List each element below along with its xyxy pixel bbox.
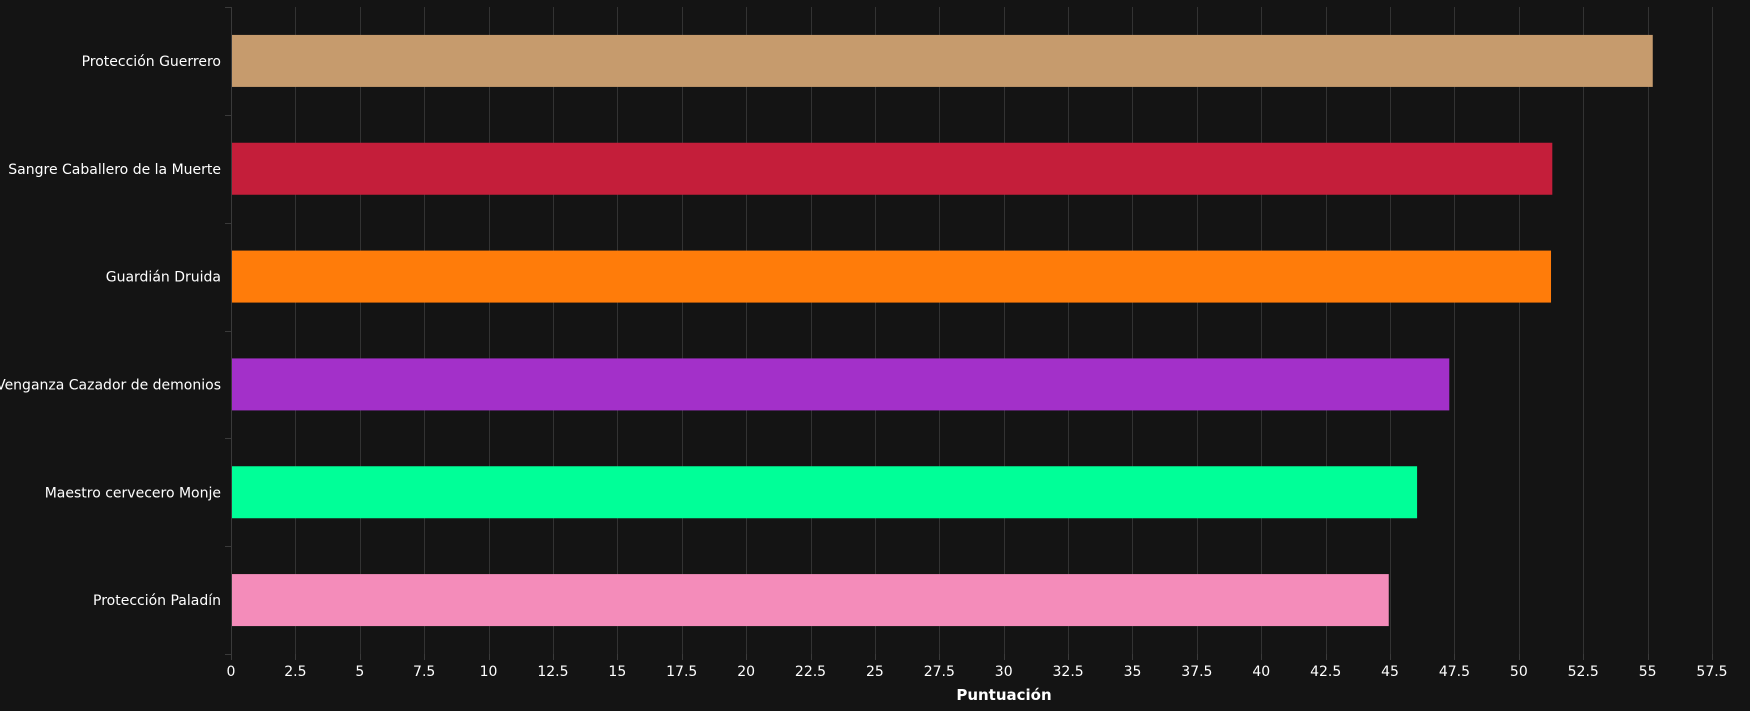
x-tick-label: 27.5 — [924, 664, 955, 680]
category-label: Maestro cervecero Monje — [45, 485, 221, 501]
x-tick-label: 47.5 — [1439, 664, 1470, 680]
x-tick-label: 20 — [737, 664, 755, 680]
x-tick-label: 35 — [1124, 664, 1142, 680]
bar[interactable] — [232, 466, 1418, 519]
x-tick-label: 5 — [355, 664, 364, 680]
x-tick-label: 40 — [1252, 664, 1270, 680]
x-tick-label: 7.5 — [413, 664, 435, 680]
x-tick-label: 15 — [608, 664, 626, 680]
x-tick-label: 37.5 — [1181, 664, 1212, 680]
x-tick-label: 55 — [1639, 664, 1657, 680]
x-tick-label: 17.5 — [666, 664, 697, 680]
x-tick-label: 50 — [1510, 664, 1528, 680]
x-tick-label: 45 — [1381, 664, 1399, 680]
x-tick-label: 25 — [866, 664, 884, 680]
x-tick-label: 2.5 — [284, 664, 306, 680]
x-tick-label: 0 — [227, 664, 236, 680]
x-axis-title: Puntuación — [956, 686, 1051, 704]
bar[interactable] — [232, 574, 1389, 627]
category-label: Sangre Caballero de la Muerte — [8, 162, 221, 178]
category-label: Protección Guerrero — [82, 54, 221, 70]
x-tick-label: 32.5 — [1053, 664, 1084, 680]
bar[interactable] — [232, 250, 1552, 303]
x-tick-label: 10 — [480, 664, 498, 680]
x-tick-label: 57.5 — [1696, 664, 1727, 680]
x-tick-label: 42.5 — [1310, 664, 1341, 680]
category-label: Protección Paladín — [93, 593, 221, 609]
category-label: Guardián Druida — [106, 270, 221, 286]
bar[interactable] — [232, 34, 1653, 87]
x-tick-label: 30 — [995, 664, 1013, 680]
bar[interactable] — [232, 358, 1450, 411]
x-tick-label: 12.5 — [537, 664, 568, 680]
bar-chart: Protección Guerrero Sangre Caballero de l… — [0, 0, 1750, 711]
x-tick-label: 52.5 — [1568, 664, 1599, 680]
category-label: Venganza Cazador de demonios — [0, 377, 221, 393]
bar[interactable] — [232, 142, 1553, 195]
x-tick-label: 22.5 — [795, 664, 826, 680]
